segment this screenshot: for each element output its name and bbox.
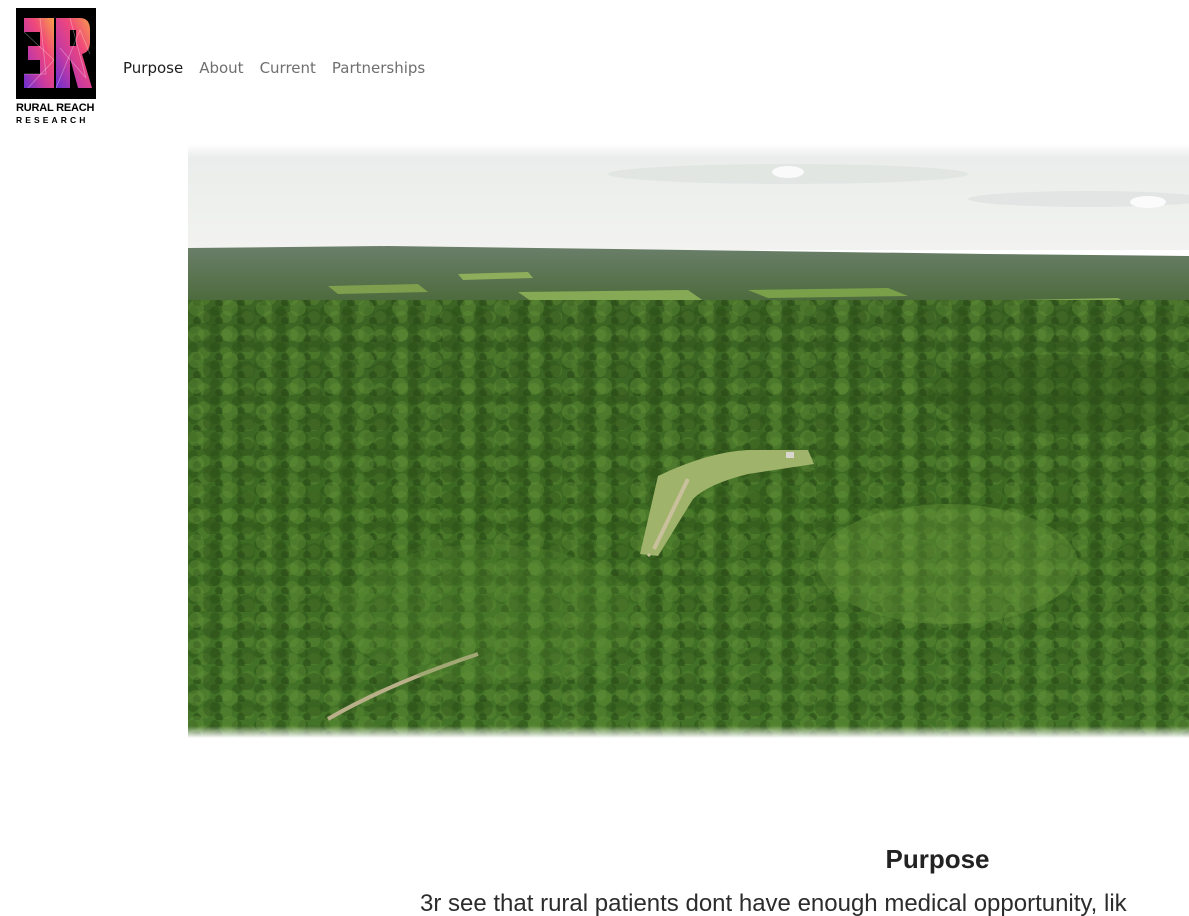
logo-3r-mark-icon [16,8,96,99]
hero-top-fade [188,144,1189,158]
nav-link-partnerships[interactable]: Partnerships [332,58,425,78]
purpose-paragraph: 3r see that rural patients dont have eno… [420,890,1127,916]
main-nav: Purpose About Current Partnerships [123,58,441,78]
hero-bottom-fade [188,726,1189,738]
purpose-heading: Purpose [885,844,990,874]
nav-link-purpose[interactable]: Purpose [123,58,183,78]
site-logo[interactable]: RURAL REACH RESEARCH [16,8,98,126]
hero-image [188,144,1189,738]
aerial-forest-landscape-image [188,144,1189,738]
logo-text-rural-reach: RURAL REACH [16,102,95,114]
nav-link-current[interactable]: Current [260,58,316,78]
nav-link-about[interactable]: About [199,58,243,78]
logo-text-research: RESEARCH [16,115,89,125]
page: RURAL REACH RESEARCH Purpose About Curre… [0,0,1189,916]
